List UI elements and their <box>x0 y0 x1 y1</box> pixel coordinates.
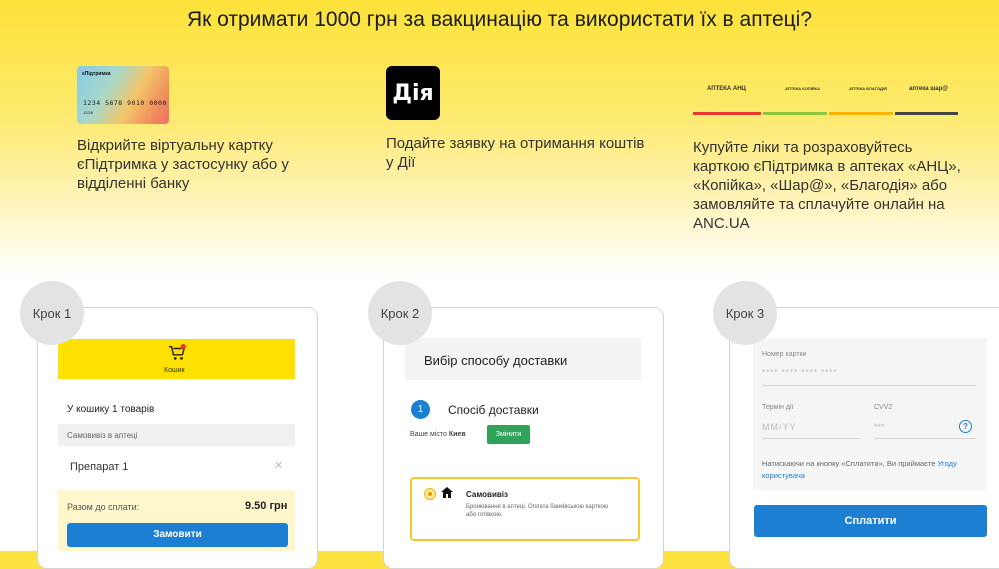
logo-bar-blagodiya <box>829 112 893 115</box>
info-step-diia: Дія Подайте заявку на отримання коштів у… <box>386 62 651 172</box>
change-city-button[interactable]: Змінити <box>487 425 530 444</box>
remove-icon[interactable]: ✕ <box>274 459 283 472</box>
city-value: Киев <box>448 431 466 438</box>
info-text-pharmacy: Купуйте ліки та розраховуйтесь карткою є… <box>693 139 961 232</box>
logo-bar-kopiika <box>763 112 827 115</box>
diia-logo-text: Дія <box>392 80 434 106</box>
expiry-label: Термін дії <box>762 404 794 411</box>
logo-bar-anc <box>693 112 761 115</box>
cart-icon[interactable] <box>168 344 186 362</box>
pickup-label: Самовивіз в аптеці <box>67 431 138 440</box>
logo-kopiika: АПТЕКА КОПІЙКА <box>785 86 821 91</box>
order-button[interactable]: Замовити <box>67 523 288 547</box>
info-text-card: Відкрийте віртуальну картку єПідтримка у… <box>77 137 289 192</box>
agreement-body: Натискаючи на кнопку «Сплатити», Ви прий… <box>762 459 936 468</box>
pickup-option-desc: Бронювання в аптеці. Оплата банківською … <box>466 504 609 518</box>
info-step-pharmacy: АПТЕКА АНЦ АПТЕКА КОПІЙКА АПТЕКА БЛАГОДІ… <box>693 62 973 233</box>
card-expiry: 12/28 <box>83 110 94 115</box>
home-icon <box>441 487 453 498</box>
logo-bar-shar <box>895 112 958 115</box>
product-name: Препарат 1 <box>70 461 129 473</box>
help-icon[interactable]: ? <box>959 420 972 433</box>
info-step-card: єПідтримка 1234 5678 9010 0000 12/28 Від… <box>77 62 337 193</box>
card-number-label: Номер картки <box>762 351 807 358</box>
card-image: єПідтримка 1234 5678 9010 0000 12/28 <box>77 66 169 124</box>
cvv-underline <box>874 438 976 439</box>
cart-label: Кошик <box>164 367 185 374</box>
info-text-diia: Подайте заявку на отримання коштів у Дії <box>386 135 645 171</box>
card-number: 1234 5678 9010 0000 <box>83 99 167 107</box>
pickup-radio[interactable] <box>424 488 436 500</box>
agreement-text: Натискаючи на кнопку «Сплатити», Ви прий… <box>762 458 972 482</box>
card-brand: єПідтримка <box>82 71 111 77</box>
pickup-option-title: Самовивіз <box>466 490 508 499</box>
cvv-label: CVV2 <box>874 404 893 411</box>
total-value: 9.50 грн <box>245 500 288 512</box>
expiry-input[interactable]: MM/YY <box>762 422 797 432</box>
step-1-badge: Крок 1 <box>20 281 84 345</box>
pharmacy-logos: АПТЕКА АНЦ АПТЕКА КОПІЙКА АПТЕКА БЛАГОДІ… <box>693 78 958 118</box>
delivery-section-title: Спосіб доставки <box>448 403 539 417</box>
card-number-underline <box>762 385 976 386</box>
total-label: Разом до сплати: <box>67 502 140 512</box>
cvv-input[interactable]: *** <box>874 422 885 432</box>
logo-anc: АПТЕКА АНЦ <box>707 86 746 92</box>
step-number-badge: 1 <box>411 400 430 419</box>
pay-button[interactable]: Сплатити <box>754 505 987 537</box>
card-number-input[interactable]: **** **** **** **** <box>762 368 837 377</box>
cart-count: У кошику 1 товарів <box>67 404 155 415</box>
city-row: Ваше місто Киев <box>410 431 466 438</box>
step-2-badge: Крок 2 <box>368 281 432 345</box>
logo-blagodiya: АПТЕКА БЛАГОДІЯ <box>849 86 887 91</box>
city-label: Ваше місто <box>410 431 447 438</box>
page-title: Як отримати 1000 грн за вакцинацію та ви… <box>186 8 813 31</box>
delivery-title: Вибір способу доставки <box>424 353 568 368</box>
diia-logo: Дія <box>386 66 440 120</box>
step-3-badge: Крок 3 <box>713 281 777 345</box>
logo-shar: аптека шар@ <box>909 86 949 92</box>
expiry-underline <box>762 438 860 439</box>
